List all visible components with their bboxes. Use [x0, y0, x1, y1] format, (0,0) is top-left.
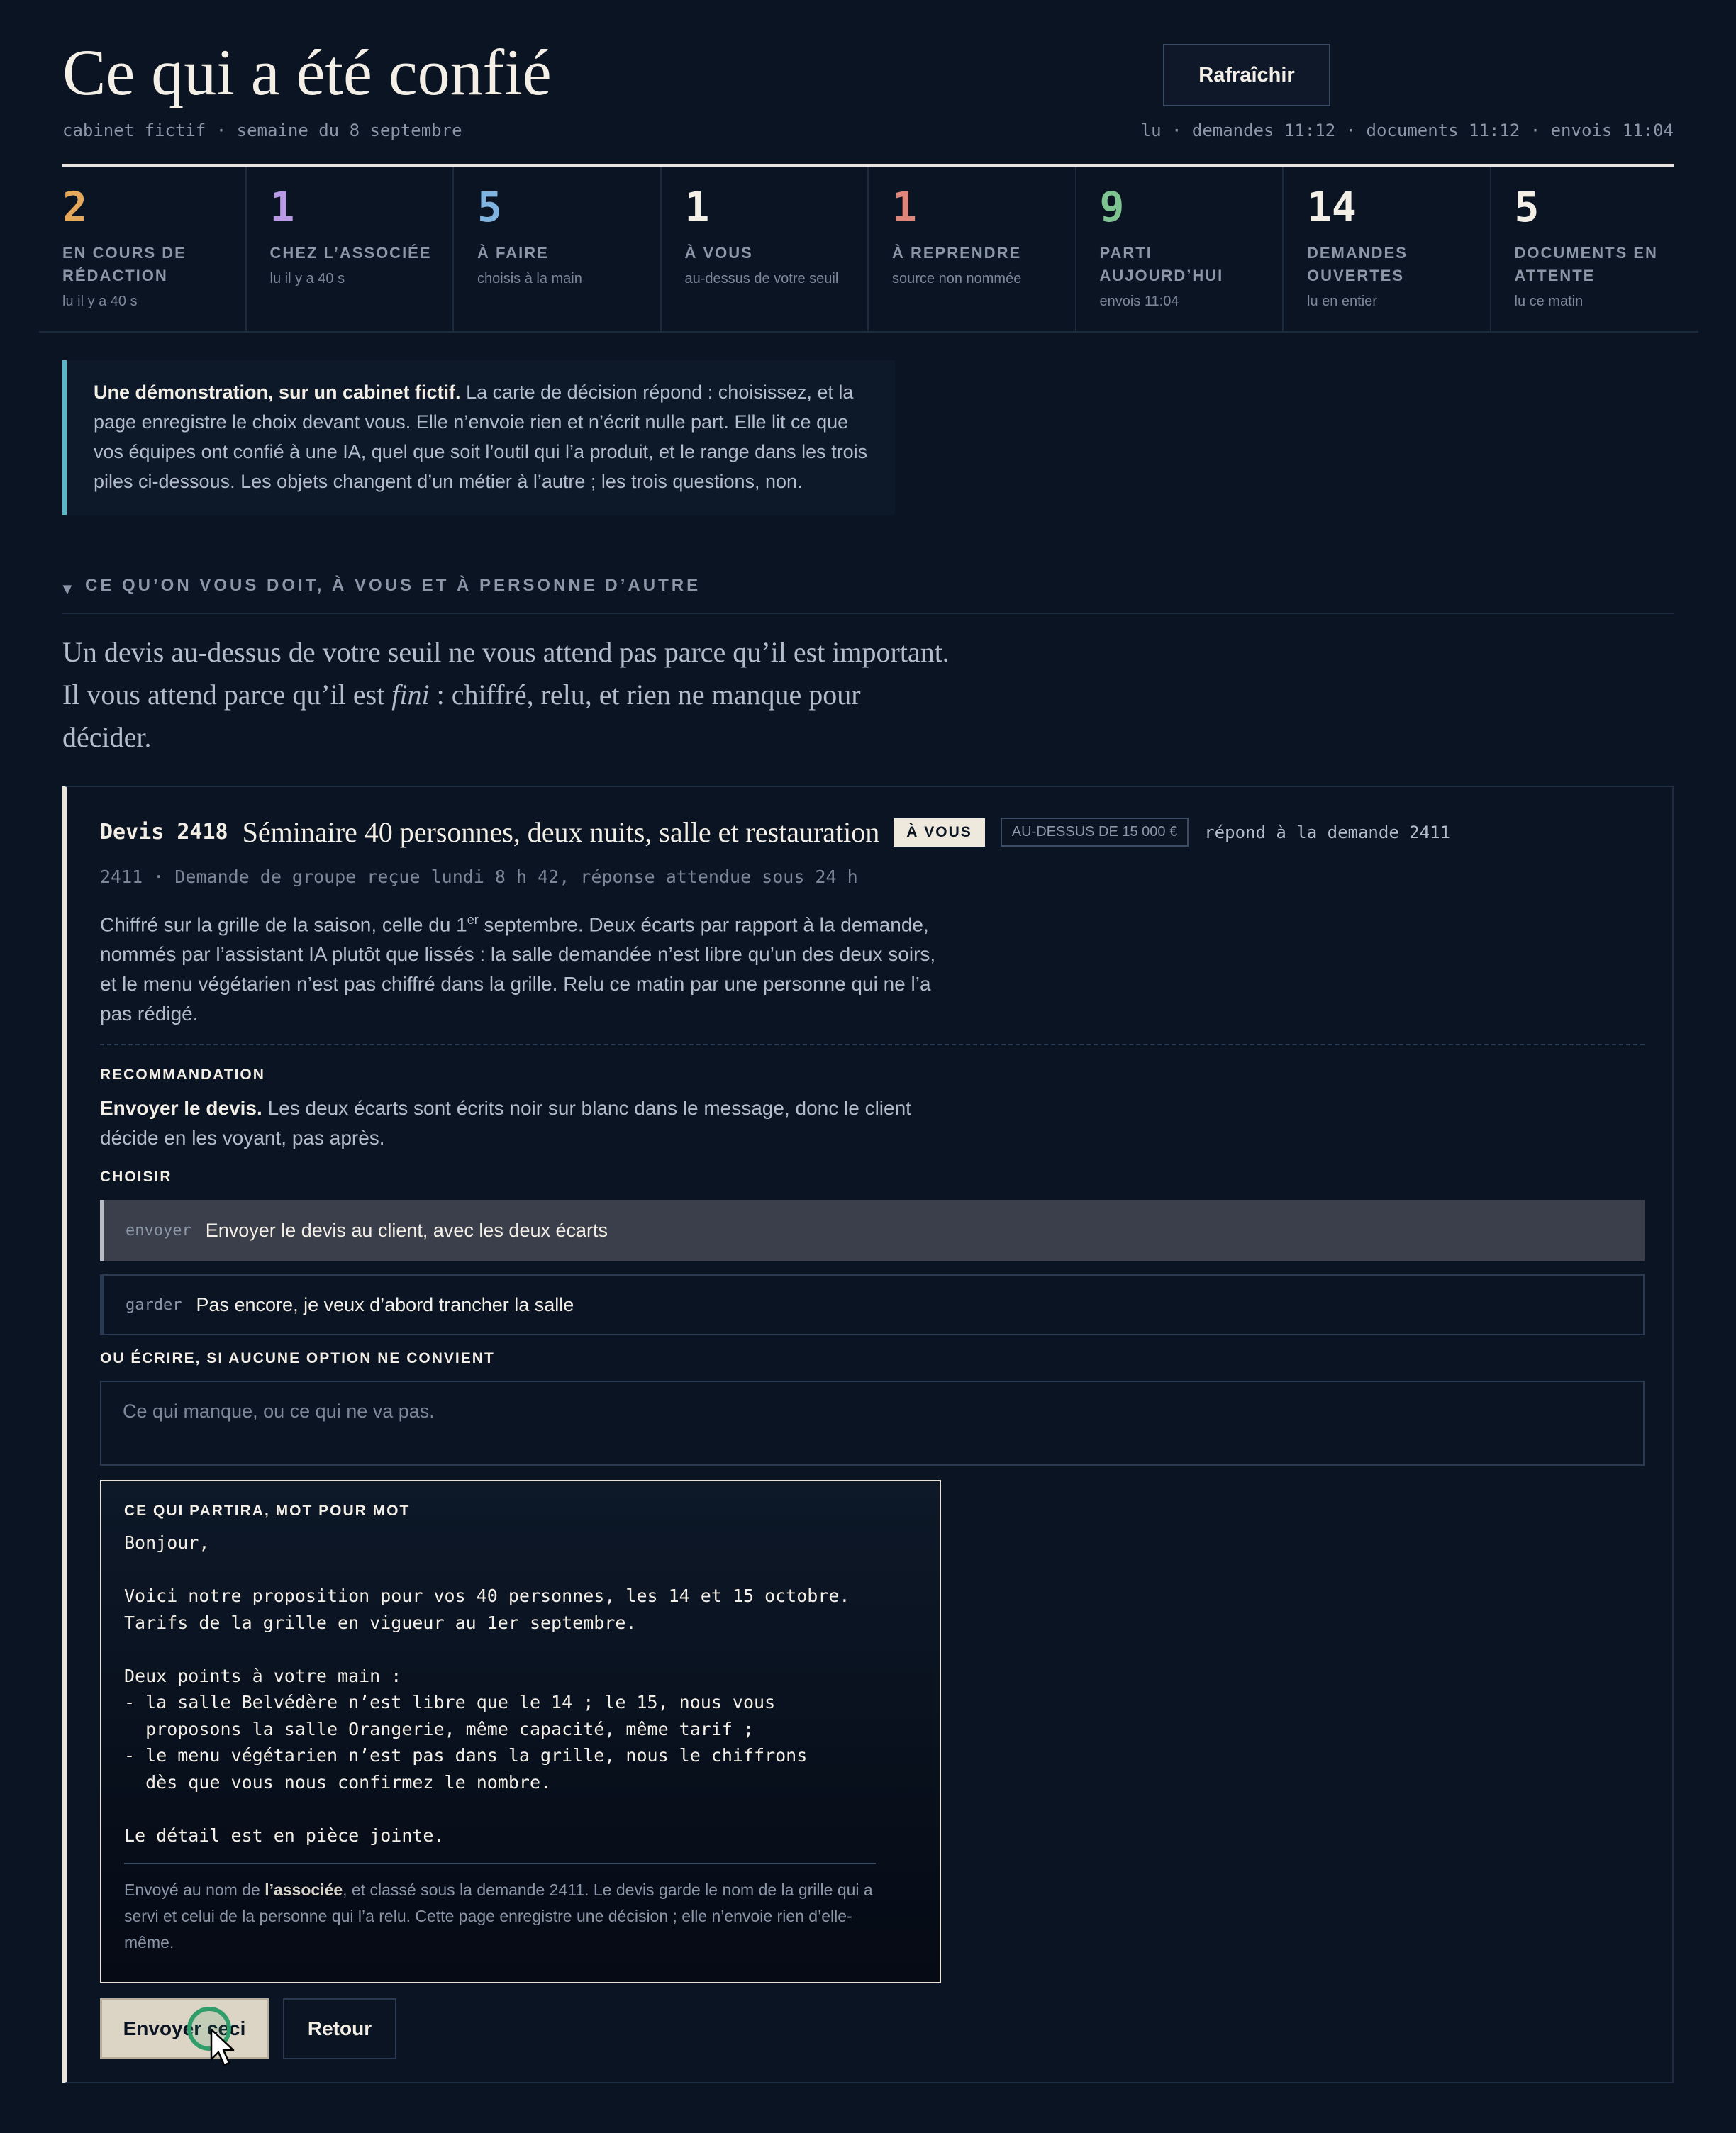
preview-message: Bonjour, Voici notre proposition pour vo…	[124, 1532, 850, 1846]
option-code: envoyer	[126, 1221, 191, 1240]
stat-value: 5	[477, 183, 502, 231]
collapse-caret-icon[interactable]: ▼	[60, 580, 75, 598]
recommendation-text: Envoyer le devis. Les deux écarts sont é…	[100, 1093, 951, 1153]
stat-value: 9	[1099, 183, 1125, 231]
stat-note: source non nommée	[892, 271, 1022, 286]
message-preview: CE QUI PARTIRA, MOT POUR MOT Bonjour, Vo…	[100, 1480, 941, 1983]
stat-label: Demandes ouvertes	[1307, 244, 1408, 284]
stat-drafting[interactable]: 2 En cours de rédaction lu il y a 40 s	[39, 167, 247, 331]
write-label: OU ÉCRIRE, SI AUCUNE OPTION NE CONVIENT	[100, 1350, 495, 1366]
section-lede: Un devis au-dessus de votre seuil ne vou…	[62, 631, 956, 759]
quote-description: Chiffré sur la grille de la saison, cell…	[100, 905, 951, 1029]
reply-to-link[interactable]: répond à la demande 2411	[1204, 823, 1450, 842]
option-keep[interactable]: garder Pas encore, je veux d’abord tranc…	[100, 1274, 1645, 1335]
section-divider	[62, 613, 1674, 614]
stat-value: 1	[892, 183, 917, 231]
stat-label: En cours de rédaction	[62, 244, 187, 284]
choose-label: CHOISIR	[100, 1169, 172, 1185]
request-meta: 2411 · Demande de groupe reçue lundi 8 h…	[100, 867, 858, 887]
stat-value: 2	[62, 183, 87, 231]
option-send[interactable]: envoyer Envoyer le devis au client, avec…	[100, 1200, 1645, 1261]
stat-note: choisis à la main	[477, 271, 582, 286]
stat-note: lu en entier	[1307, 294, 1377, 309]
stat-note: lu il y a 40 s	[62, 294, 138, 309]
stat-pending-documents[interactable]: 5 Documents en attente lu ce matin	[1491, 167, 1699, 331]
preview-note: Envoyé au nom de l’associée, et classé s…	[124, 1877, 876, 1956]
owner-badge: À VOUS	[894, 818, 985, 847]
stat-note: envois 11:04	[1099, 294, 1179, 309]
desc-text: Chiffré sur la grille de la saison, cell…	[100, 913, 467, 936]
decision-card: Devis 2418 Séminaire 40 personnes, deux …	[62, 786, 1674, 2083]
quote-title: Séminaire 40 personnes, deux nuits, sall…	[242, 816, 880, 848]
note-text: Envoyé au nom de	[124, 1881, 265, 1899]
stat-to-redo[interactable]: 1 À reprendre source non nommée	[869, 167, 1076, 331]
stat-label: Documents en attente	[1514, 244, 1658, 284]
page-subtitle: cabinet fictif · semaine du 8 septembre	[62, 121, 462, 140]
read-status: lu · demandes 11:12 · documents 11:12 · …	[1140, 121, 1674, 140]
lede-emphasis: fini	[391, 679, 430, 711]
stat-with-partner[interactable]: 1 Chez l’associée lu il y a 40 s	[247, 167, 454, 331]
stat-to-do[interactable]: 5 À faire choisis à la main	[454, 167, 662, 331]
stat-note: lu ce matin	[1514, 294, 1584, 309]
demo-notice-lead: Une démonstration, sur un cabinet fictif…	[94, 382, 461, 403]
mouse-pointer-icon	[210, 2028, 235, 2066]
option-code: garder	[126, 1296, 182, 1314]
stat-note: au-dessus de votre seuil	[684, 271, 839, 286]
quote-id: Devis 2418	[100, 820, 228, 845]
option-label: Envoyer le devis au client, avec les deu…	[205, 1219, 608, 1241]
demo-notice: Une démonstration, sur un cabinet fictif…	[62, 360, 895, 515]
recommendation-lead: Envoyer le devis.	[100, 1097, 262, 1119]
stat-sent-today[interactable]: 9 Parti aujourd’hui envois 11:04	[1076, 167, 1284, 331]
card-header: Devis 2418 Séminaire 40 personnes, deux …	[100, 815, 1450, 849]
option-label: Pas encore, je veux d’abord trancher la …	[196, 1293, 574, 1315]
stat-open-requests[interactable]: 14 Demandes ouvertes lu en entier	[1284, 167, 1491, 331]
back-button[interactable]: Retour	[283, 1998, 396, 2059]
stat-value: 14	[1307, 183, 1357, 231]
refresh-button[interactable]: Rafraîchir	[1163, 44, 1330, 106]
stat-value: 1	[684, 183, 710, 231]
page-title: Ce qui a été confié	[62, 36, 552, 108]
recommendation-label: RECOMMANDATION	[100, 1066, 265, 1083]
stat-label: À faire	[477, 244, 549, 262]
stat-note: lu il y a 40 s	[269, 271, 345, 286]
stat-label: Parti aujourd’hui	[1099, 244, 1224, 284]
section-heading[interactable]: CE QU’ON VOUS DOIT, À VOUS ET À PERSONNE…	[85, 576, 701, 596]
stats-strip: 2 En cours de rédaction lu il y a 40 s 1…	[39, 167, 1698, 333]
free-text-input[interactable]	[100, 1381, 1645, 1466]
card-divider	[100, 1044, 1645, 1045]
stat-value: 5	[1514, 183, 1540, 231]
stat-label: Chez l’associée	[269, 244, 432, 262]
preview-divider	[124, 1863, 876, 1864]
stat-label: À reprendre	[892, 244, 1022, 262]
stat-label: À vous	[684, 244, 753, 262]
note-bold: l’associée	[265, 1881, 343, 1899]
stat-for-you[interactable]: 1 À vous au-dessus de votre seuil	[662, 167, 869, 331]
desc-superscript: er	[467, 913, 479, 927]
threshold-badge: AU-DESSUS DE 15 000 €	[1000, 818, 1189, 847]
send-button[interactable]: Envoyer ceci	[100, 1998, 269, 2059]
preview-label: CE QUI PARTIRA, MOT POUR MOT	[124, 1503, 411, 1519]
stat-value: 1	[269, 183, 295, 231]
